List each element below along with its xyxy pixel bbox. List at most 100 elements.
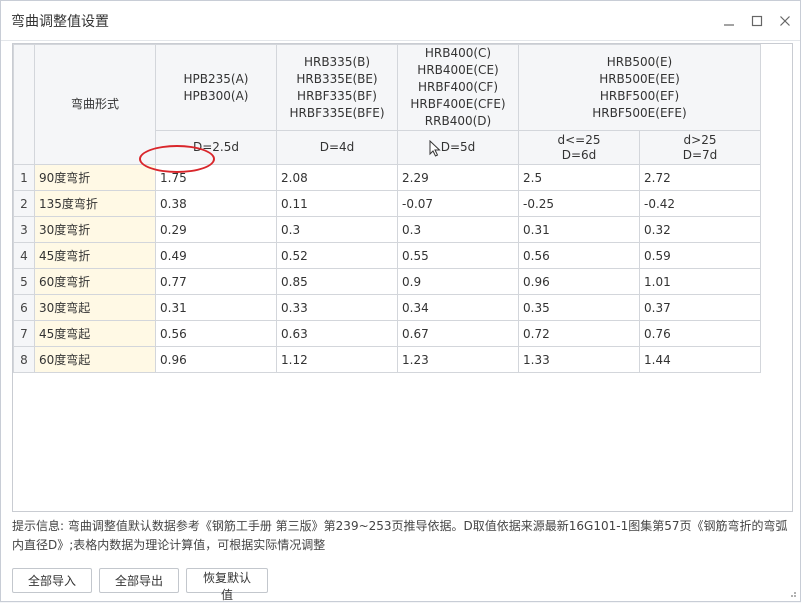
steel-grade-label: HPB235(A) (183, 71, 249, 86)
bend-type-cell: 45度弯起 (34, 320, 156, 347)
steel-grade-header: HRB400(C) HRB400E(CE) HRBF400(CF) HRBF400E(… (397, 44, 519, 131)
adjust-value-cell[interactable]: 1.75 (155, 164, 277, 191)
adjust-value-cell[interactable]: 0.33 (276, 294, 398, 321)
row-number: 2 (13, 190, 35, 217)
adjust-value-cell[interactable]: 0.34 (397, 294, 519, 321)
row-number: 6 (13, 294, 35, 321)
adjust-value-cell[interactable]: 0.63 (276, 320, 398, 347)
close-button[interactable] (772, 8, 798, 34)
steel-grade-label: HPB300(A) (183, 88, 249, 103)
steel-grade-label: HRBF500E(EFE) (592, 105, 687, 120)
close-icon (780, 15, 790, 26)
row-number: 1 (13, 164, 35, 191)
adjust-value-cell[interactable]: 0.38 (155, 190, 277, 217)
steel-grade-label: HRBF500(EF) (599, 88, 680, 103)
bend-type-cell: 60度弯起 (34, 346, 156, 373)
row-number-header (13, 44, 35, 165)
adjust-value-cell[interactable]: 0.52 (276, 242, 398, 269)
export-all-button[interactable]: 全部导出 (99, 568, 179, 593)
steel-grade-label: HRB500E(EE) (599, 71, 680, 86)
maximize-button[interactable] (744, 8, 770, 34)
minimize-icon (724, 23, 734, 26)
bend-type-header: 弯曲形式 (34, 44, 156, 165)
table-row: 4 45度弯折 0.49 0.52 0.55 0.56 0.59 (13, 242, 761, 269)
steel-grade-label: HRBF400(CF) (417, 80, 499, 94)
steel-grade-label: HRB400E(CE) (417, 63, 499, 77)
table-row: 5 60度弯折 0.77 0.85 0.9 0.96 1.01 (13, 268, 761, 295)
steel-grade-header: HPB235(A) HPB300(A) (155, 44, 277, 131)
adjust-value-cell[interactable]: 0.11 (276, 190, 398, 217)
adjust-value-cell[interactable]: 0.55 (397, 242, 519, 269)
bend-diameter-header: D=2.5d (155, 130, 277, 165)
adjust-value-cell[interactable]: 0.9 (397, 268, 519, 295)
adjust-value-cell[interactable]: 0.49 (155, 242, 277, 269)
steel-grade-label: HRB400(C) (424, 46, 492, 60)
import-all-button[interactable]: 全部导入 (12, 568, 92, 593)
bend-type-cell: 30度弯起 (34, 294, 156, 321)
adjust-value-cell[interactable]: 2.5 (518, 164, 640, 191)
adjust-value-cell[interactable]: 0.31 (155, 294, 277, 321)
adjust-value-cell[interactable]: 0.67 (397, 320, 519, 347)
title-bar: 弯曲调整值设置 (1, 1, 800, 41)
table-row: 6 30度弯起 0.31 0.33 0.34 0.35 0.37 (13, 294, 761, 321)
steel-grade-label: HRBF335E(BFE) (289, 105, 385, 120)
adjust-value-cell[interactable]: 0.96 (155, 346, 277, 373)
table-row: 8 60度弯起 0.96 1.12 1.23 1.33 1.44 (13, 346, 761, 373)
table-row: 7 45度弯起 0.56 0.63 0.67 0.72 0.76 (13, 320, 761, 347)
bend-diameter-header: D=5d (397, 130, 519, 165)
table-row: 3 30度弯折 0.29 0.3 0.3 0.31 0.32 (13, 216, 761, 243)
adjust-value-cell[interactable]: 0.76 (639, 320, 761, 347)
hint-text: 提示信息: 弯曲调整值默认数据参考《钢筋工手册 第三版》第239~253页推导依… (12, 519, 788, 552)
bend-type-cell: 90度弯折 (34, 164, 156, 191)
adjust-value-cell[interactable]: 1.33 (518, 346, 640, 373)
adjust-value-cell[interactable]: 1.44 (639, 346, 761, 373)
adjust-value-cell[interactable]: 0.35 (518, 294, 640, 321)
row-number: 7 (13, 320, 35, 347)
adjust-value-cell[interactable]: 0.37 (639, 294, 761, 321)
adjust-value-cell[interactable]: 0.32 (639, 216, 761, 243)
bend-type-cell: 135度弯折 (34, 190, 156, 217)
adjust-value-cell[interactable]: 0.56 (518, 242, 640, 269)
steel-grade-header: HRB335(B) HRB335E(BE) HRBF335(BF) HRBF335E(… (276, 44, 398, 131)
adjust-value-cell[interactable]: 0.59 (639, 242, 761, 269)
steel-grade-label: RRB400(D) (424, 114, 492, 128)
adjust-value-cell[interactable]: 2.29 (397, 164, 519, 191)
adjust-value-cell[interactable]: 2.72 (639, 164, 761, 191)
steel-grade-header: HRB500(E) HRB500E(EE) HRBF500(EF) HRBF500E(… (518, 44, 761, 131)
button-bar: 全部导入 全部导出 恢复默认值 (12, 568, 268, 602)
adjust-value-cell[interactable]: 0.85 (276, 268, 398, 295)
adjust-value-cell[interactable]: -0.42 (639, 190, 761, 217)
table-row: 1 90度弯折 1.75 2.08 2.29 2.5 2.72 (13, 164, 761, 191)
adjust-value-cell[interactable]: 0.31 (518, 216, 640, 243)
steel-grade-label: HRBF400E(CFE) (410, 97, 506, 111)
row-number: 3 (13, 216, 35, 243)
adjust-value-cell[interactable]: 1.23 (397, 346, 519, 373)
bend-type-cell: 30度弯折 (34, 216, 156, 243)
adjust-value-cell[interactable]: 2.08 (276, 164, 398, 191)
steel-grade-label: HRBF335(BF) (297, 88, 377, 103)
adjust-value-cell[interactable]: -0.07 (397, 190, 519, 217)
adjust-value-cell[interactable]: 0.77 (155, 268, 277, 295)
row-number: 8 (13, 346, 35, 373)
adjust-value-cell[interactable]: 0.72 (518, 320, 640, 347)
adjust-value-cell[interactable]: 0.56 (155, 320, 277, 347)
adjust-value-cell[interactable]: 0.29 (155, 216, 277, 243)
restore-default-button[interactable]: 恢复默认值 (186, 568, 268, 602)
row-number: 4 (13, 242, 35, 269)
window-controls (716, 1, 800, 40)
adjust-value-cell[interactable]: 1.01 (639, 268, 761, 295)
minimize-button[interactable] (716, 8, 742, 34)
bend-diameter-header: d>25 D=7d (639, 130, 761, 165)
bend-value-table-container: 弯曲形式 HPB235(A) HPB300(A) HRB335(B) HRB335E(B… (12, 43, 793, 512)
adjust-value-cell[interactable]: 0.3 (276, 216, 398, 243)
adjust-value-cell[interactable]: 0.3 (397, 216, 519, 243)
adjust-value-cell[interactable]: 0.96 (518, 268, 640, 295)
table-row: 2 135度弯折 0.38 0.11 -0.07 -0.25 -0.42 (13, 190, 761, 217)
steel-grade-label: HRB335(B) (303, 54, 371, 69)
adjust-value-cell[interactable]: -0.25 (518, 190, 640, 217)
maximize-icon (751, 15, 763, 26)
bend-adjust-dialog: 弯曲调整值设置 弯曲形式 HPB235(A) HPB300(A) HRB335(… (0, 0, 801, 602)
steel-grade-label: HRB335E(BE) (296, 71, 378, 86)
resize-grip-icon[interactable] (787, 588, 797, 598)
adjust-value-cell[interactable]: 1.12 (276, 346, 398, 373)
